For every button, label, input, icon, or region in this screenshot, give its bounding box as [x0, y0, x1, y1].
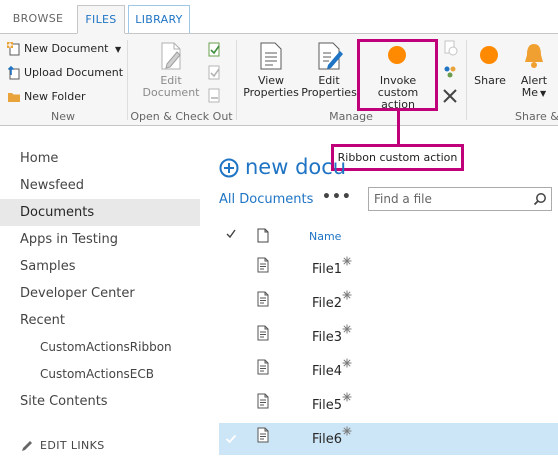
group-label-open-check-out: Open & Check Out: [130, 110, 233, 123]
chevron-down-icon: ▼: [540, 89, 547, 98]
chevron-down-icon: ▼: [114, 45, 122, 54]
new-item-icon: [342, 256, 352, 266]
table-row[interactable]: File2: [219, 287, 558, 319]
file-name-link[interactable]: File2: [312, 296, 342, 311]
group-label-share: Share &: [515, 110, 558, 123]
table-row[interactable]: File4: [219, 355, 558, 387]
table-row[interactable]: File5: [219, 389, 558, 421]
edit-document-icon: [161, 42, 181, 70]
edit-properties-label-2: Properties: [301, 86, 357, 99]
search-input[interactable]: [369, 188, 524, 210]
folder-icon: [8, 93, 20, 102]
share-button[interactable]: Share: [471, 40, 509, 87]
ribbon-group-open-check-out: Edit Document Open & Check Out: [128, 34, 235, 126]
group-label-new: New: [51, 110, 75, 123]
check-out-icon[interactable]: [206, 42, 222, 58]
nav-item-recent[interactable]: Recent: [0, 307, 200, 334]
tab-library[interactable]: LIBRARY: [128, 5, 190, 34]
callout-highlight-box: [357, 39, 438, 111]
share-label: Share: [474, 74, 506, 87]
new-folder-label: New Folder: [24, 90, 86, 103]
nav-item-site-contents[interactable]: Site Contents: [0, 388, 200, 415]
ribbon-group-share: Share Alert Me ▼ Share &: [467, 34, 558, 126]
tab-files[interactable]: FILES: [77, 5, 125, 34]
new-folder-button[interactable]: New Folder: [4, 87, 85, 107]
more-views-button[interactable]: •••: [322, 189, 352, 205]
select-all-checkmark-icon[interactable]: [225, 228, 237, 240]
share-icon: [474, 40, 506, 72]
new-document-button[interactable]: New Document ▼: [4, 39, 121, 59]
upload-icon: [7, 66, 20, 80]
view-selector-all-documents[interactable]: All Documents: [219, 190, 313, 210]
nav-item-documents[interactable]: Documents: [0, 199, 200, 226]
nav-item-custom-actions-ecb[interactable]: CustomActionsECB: [0, 361, 200, 388]
edit-document-label-2: Document: [142, 86, 200, 99]
ribbon-group-new: New Document ▼ Upload Document New Folde…: [0, 34, 126, 126]
file-type-column-icon: [257, 228, 269, 243]
new-document-icon: [7, 42, 20, 56]
table-row[interactable]: File6: [219, 423, 558, 455]
search-icon[interactable]: [533, 192, 547, 206]
discard-check-out-icon[interactable]: [206, 88, 222, 104]
column-header-name[interactable]: Name: [309, 230, 341, 243]
document-icon: [257, 393, 269, 409]
ribbon: New Document ▼ Upload Document New Folde…: [0, 33, 558, 126]
view-properties-icon: [260, 42, 282, 70]
new-item-icon: [342, 290, 352, 300]
delete-icon[interactable]: [442, 88, 458, 104]
document-icon: [257, 359, 269, 375]
list-header-row: Name: [219, 224, 558, 252]
row-checkmark-icon[interactable]: [225, 433, 237, 445]
document-icon: [257, 257, 269, 273]
file-name-link[interactable]: File4: [312, 364, 342, 379]
version-history-icon[interactable]: [442, 40, 458, 56]
view-properties-label-2: Properties: [243, 86, 299, 99]
left-navigation: Home Newsfeed Documents Apps in Testing …: [0, 145, 200, 415]
alert-me-label-2: Me ▼: [521, 86, 547, 99]
tab-browse[interactable]: BROWSE: [5, 5, 71, 34]
new-item-icon: [342, 324, 352, 334]
file-name-link[interactable]: File6: [312, 432, 342, 447]
nav-item-custom-actions-ribbon[interactable]: CustomActionsRibbon: [0, 334, 200, 361]
upload-document-button[interactable]: Upload Document: [4, 63, 123, 83]
group-label-manage: Manage: [329, 110, 373, 123]
new-item-icon: [342, 358, 352, 368]
pencil-icon: [22, 441, 32, 451]
nav-item-apps-in-testing[interactable]: Apps in Testing: [0, 226, 200, 253]
alert-me-button[interactable]: Alert Me ▼: [515, 40, 553, 100]
file-name-link[interactable]: File5: [312, 398, 342, 413]
new-document-label: New Document: [24, 42, 109, 55]
nav-item-newsfeed[interactable]: Newsfeed: [0, 172, 200, 199]
edit-links-label: EDIT LINKS: [40, 439, 105, 452]
new-document-link[interactable]: new docu: [219, 153, 346, 181]
edit-properties-button[interactable]: Edit Properties: [299, 40, 359, 99]
nav-item-samples[interactable]: Samples: [0, 253, 200, 280]
document-icon: [257, 325, 269, 341]
callout-connector: [397, 111, 400, 145]
edit-links-button[interactable]: EDIT LINKS: [20, 436, 105, 456]
search-box: [368, 187, 552, 211]
table-row[interactable]: File3: [219, 321, 558, 353]
file-name-link[interactable]: File1: [312, 262, 342, 277]
document-icon: [257, 291, 269, 307]
new-item-icon: [342, 392, 352, 402]
new-item-icon: [342, 426, 352, 436]
file-name-link[interactable]: File3: [312, 330, 342, 345]
bell-icon: [525, 44, 543, 68]
callout-label: Ribbon custom action: [331, 144, 464, 171]
plus-circle-icon: [219, 158, 239, 178]
check-in-icon[interactable]: [206, 65, 222, 81]
edit-document-button[interactable]: Edit Document: [142, 40, 200, 99]
ribbon-tabbar: BROWSE FILES LIBRARY: [0, 0, 558, 34]
nav-item-home[interactable]: Home: [0, 145, 200, 172]
table-row[interactable]: File1: [219, 253, 558, 285]
nav-item-developer-center[interactable]: Developer Center: [0, 280, 200, 307]
upload-document-label: Upload Document: [24, 66, 124, 79]
new-document-link-label: new docu: [245, 155, 347, 179]
edit-properties-icon: [318, 42, 343, 70]
view-properties-button[interactable]: View Properties: [241, 40, 301, 99]
shared-with-icon[interactable]: [442, 64, 458, 80]
document-icon: [257, 427, 269, 443]
